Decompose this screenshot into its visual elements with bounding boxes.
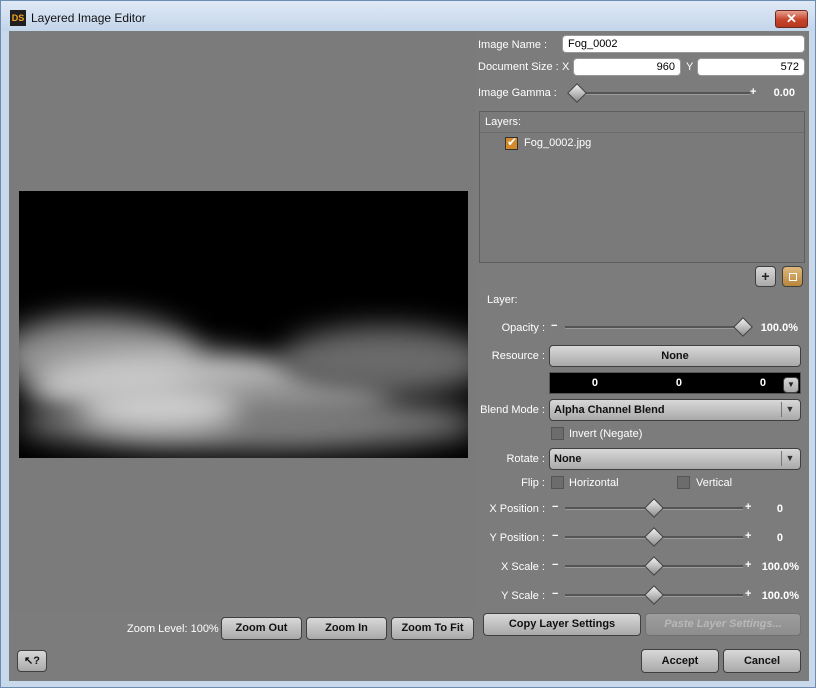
zoom-to-fit-button[interactable]: Zoom To Fit (391, 617, 474, 640)
zoom-out-button[interactable]: Zoom Out (221, 617, 302, 640)
document-size-label: Document Size : (478, 61, 559, 73)
paste-layer-settings-button[interactable]: Paste Layer Settings... (645, 613, 801, 636)
rotate-select[interactable]: None ▼ (549, 448, 801, 470)
flip-horizontal-checkbox[interactable] (551, 476, 564, 489)
x-scale-plus-icon[interactable]: + (745, 559, 751, 571)
x-position-label: X Position : (489, 503, 545, 515)
layers-header: Layers: (480, 112, 804, 133)
blend-mode-select[interactable]: Alpha Channel Blend ▼ (549, 399, 801, 421)
flip-horizontal-label: Horizontal (569, 477, 619, 489)
image-name-label: Image Name : (478, 39, 548, 51)
y-scale-value[interactable]: 100.0% (759, 590, 799, 602)
resource-values-strip: 0 0 0 (549, 372, 801, 394)
layer-section-label: Layer: (487, 294, 518, 306)
chevron-down-icon: ▼ (781, 402, 798, 417)
image-preview (19, 191, 468, 458)
y-scale-plus-icon[interactable]: + (745, 588, 751, 600)
whats-this-arrow-icon: ↖ (24, 655, 34, 667)
document-height-input[interactable]: 572 (697, 58, 805, 76)
x-scale-value[interactable]: 100.0% (759, 561, 799, 573)
y-position-plus-icon[interactable]: + (745, 530, 751, 542)
rotate-label: Rotate : (506, 453, 545, 465)
gamma-value[interactable]: 0.00 (763, 87, 795, 99)
x-position-minus-icon[interactable]: − (552, 501, 558, 513)
help-button[interactable]: ↖? (17, 650, 47, 672)
resource-button[interactable]: None (549, 345, 801, 367)
layers-list[interactable]: Layers: ✔ Fog_0002.jpg (479, 111, 805, 263)
resource-value-1: 0 (591, 377, 598, 389)
blend-mode-label: Blend Mode : (480, 404, 545, 416)
flip-vertical-checkbox[interactable] (677, 476, 690, 489)
y-scale-label: Y Scale : (501, 590, 545, 602)
gamma-slider-handle[interactable] (567, 83, 587, 103)
invert-checkbox[interactable] (551, 427, 564, 440)
opacity-slider-track[interactable] (565, 326, 745, 329)
opacity-slider-handle[interactable] (733, 317, 753, 337)
y-position-slider-handle[interactable] (644, 527, 664, 547)
chevron-down-icon: ▼ (787, 380, 795, 389)
opacity-value[interactable]: 100.0% (758, 322, 798, 334)
y-position-minus-icon[interactable]: − (552, 530, 558, 542)
layer-visibility-checkbox[interactable]: ✔ (505, 135, 518, 150)
gamma-plus-icon[interactable]: + (750, 86, 756, 98)
y-position-label: Y Position : (489, 532, 545, 544)
checkmark-icon: ✔ (507, 135, 518, 149)
daz-studio-app-icon: DS (10, 10, 26, 26)
opacity-label: Opacity : (501, 322, 545, 334)
image-name-input[interactable]: Fog_0002 (562, 35, 805, 53)
resource-value-3: 0 (759, 377, 766, 389)
y-position-value[interactable]: 0 (769, 532, 783, 544)
y-label: Y (686, 61, 694, 73)
invert-label: Invert (Negate) (569, 428, 643, 440)
document-width-input[interactable]: 960 (573, 58, 681, 76)
cancel-button[interactable]: Cancel (723, 649, 801, 673)
x-scale-label: X Scale : (500, 561, 545, 573)
remove-layer-button[interactable] (782, 266, 803, 287)
layers-header-label: Layers: (485, 116, 522, 128)
title-bar[interactable]: DS Layered Image Editor ✕ (1, 1, 815, 31)
layered-image-editor-window: DS Layered Image Editor ✕ Image Name : F… (0, 0, 816, 688)
x-position-slider-handle[interactable] (644, 498, 664, 518)
blend-mode-value: Alpha Channel Blend (554, 404, 665, 416)
close-button[interactable]: ✕ (775, 10, 808, 28)
remove-layer-icon (788, 273, 797, 281)
resource-dropdown-button[interactable]: ▼ (783, 377, 799, 393)
gamma-slider-track[interactable] (575, 92, 750, 95)
canvas-area[interactable] (9, 31, 475, 613)
close-icon: ✕ (786, 11, 797, 26)
x-scale-slider-handle[interactable] (644, 556, 664, 576)
x-scale-minus-icon[interactable]: − (552, 559, 558, 571)
resource-value-2: 0 (675, 377, 682, 389)
help-icon: ? (33, 655, 40, 667)
y-scale-minus-icon[interactable]: − (552, 588, 558, 600)
layer-item-name[interactable]: Fog_0002.jpg (524, 137, 591, 149)
image-gamma-label: Image Gamma : (478, 87, 557, 99)
plus-icon: + (761, 268, 770, 284)
zoom-in-button[interactable]: Zoom In (306, 617, 387, 640)
flip-vertical-label: Vertical (696, 477, 733, 489)
dialog-client: Image Name : Fog_0002 Document Size : X … (9, 31, 809, 681)
x-position-plus-icon[interactable]: + (745, 501, 751, 513)
window-title: Layered Image Editor (31, 11, 146, 25)
x-label: X (562, 61, 570, 73)
flip-label: Flip : (521, 477, 545, 489)
copy-layer-settings-button[interactable]: Copy Layer Settings (483, 613, 641, 636)
x-position-value[interactable]: 0 (769, 503, 783, 515)
resource-label: Resource : (491, 350, 545, 362)
add-layer-button[interactable]: + (755, 266, 776, 287)
chevron-down-icon: ▼ (781, 451, 798, 466)
y-scale-slider-handle[interactable] (644, 585, 664, 605)
zoom-level-label: Zoom Level: 100% (127, 623, 219, 635)
rotate-value: None (554, 453, 582, 465)
opacity-minus-icon[interactable]: − (551, 320, 557, 332)
accept-button[interactable]: Accept (641, 649, 719, 673)
